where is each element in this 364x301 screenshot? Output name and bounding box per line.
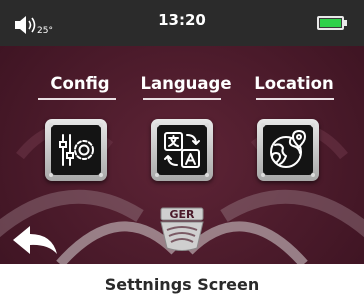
device-screen: 25° 13:20 Config Language Location GER [0, 0, 364, 264]
config-button[interactable] [45, 119, 107, 181]
globe-location-icon [270, 130, 306, 168]
config-label: Config [50, 74, 110, 93]
back-arrow-icon[interactable] [10, 224, 60, 256]
language-button[interactable] [151, 119, 213, 181]
translate-icon [164, 132, 200, 168]
location-label: Location [254, 74, 334, 93]
battery-terminal [344, 20, 347, 26]
location-button[interactable] [257, 119, 319, 181]
battery-full-icon [317, 16, 344, 30]
settings-sliders-gear-icon [59, 134, 94, 166]
screen-caption: Settnings Screen [104, 275, 260, 294]
config-underline [38, 98, 116, 100]
ger-logo: GER [160, 207, 204, 251]
location-underline [256, 98, 334, 100]
clock: 13:20 [158, 11, 206, 29]
language-underline [143, 98, 221, 100]
status-bar: 25° 13:20 [0, 0, 364, 46]
logo-text: GER [169, 208, 195, 221]
language-label: Language [140, 74, 232, 93]
